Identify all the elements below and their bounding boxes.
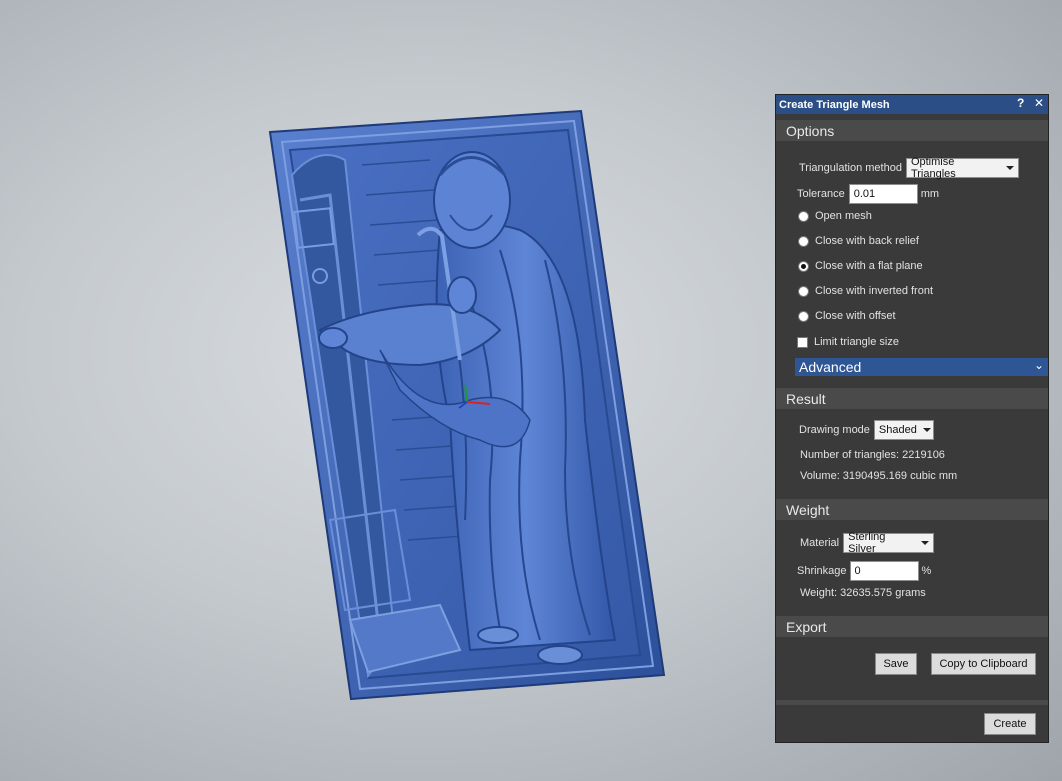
shrinkage-label: Shrinkage xyxy=(797,565,847,577)
radio-button[interactable] xyxy=(798,285,809,297)
radio-label: Close with inverted front xyxy=(815,285,933,297)
drawing-mode-label: Drawing mode xyxy=(799,424,870,436)
limit-triangle-row[interactable]: Limit triangle size xyxy=(797,336,1062,348)
tolerance-row: Tolerance mm xyxy=(797,184,1062,204)
volume-row: Volume: 3190495.169 cubic mm xyxy=(800,470,1062,482)
weight-section: Weight xyxy=(776,493,1048,520)
chevron-down-icon xyxy=(921,541,930,545)
radio-close-offset[interactable]: Close with offset xyxy=(798,310,1062,322)
triangles-text: Number of triangles: 2219106 xyxy=(800,449,945,461)
drawing-mode-value: Shaded xyxy=(878,424,917,436)
drawing-mode-row: Drawing mode Shaded xyxy=(799,420,1062,440)
radio-label: Close with offset xyxy=(815,310,896,322)
result-header[interactable]: Result xyxy=(776,388,1048,409)
radio-open-mesh[interactable]: Open mesh xyxy=(798,210,1062,222)
panel-title: Create Triangle Mesh xyxy=(779,98,890,111)
material-value: Sterling Silver xyxy=(848,531,886,555)
radio-button[interactable] xyxy=(798,310,809,322)
export-section: Export xyxy=(776,610,1048,637)
tolerance-label: Tolerance xyxy=(797,188,845,200)
3d-viewport[interactable] xyxy=(0,0,770,781)
tolerance-input[interactable] xyxy=(848,184,918,204)
radio-close-inverted-front[interactable]: Close with inverted front xyxy=(798,285,1062,297)
create-triangle-mesh-panel: Create Triangle Mesh ? ✕ Options Triangu… xyxy=(775,94,1049,743)
weight-row: Weight: 32635.575 grams xyxy=(800,587,1062,599)
chevron-down-icon: ⌄ xyxy=(1033,358,1044,372)
material-label: Material xyxy=(800,537,840,549)
drawing-mode-select[interactable]: Shaded xyxy=(873,420,934,440)
radio-button-selected[interactable] xyxy=(798,260,809,272)
shrinkage-row: Shrinkage % xyxy=(797,561,1062,581)
result-section: Result xyxy=(776,382,1048,409)
material-select[interactable]: Sterling Silver xyxy=(843,531,935,555)
triangles-count: Number of triangles: 2219106 xyxy=(800,449,1062,461)
radio-label: Close with back relief xyxy=(815,235,919,247)
radio-close-back-relief[interactable]: Close with back relief xyxy=(798,235,1062,247)
help-icon[interactable]: ? xyxy=(1017,96,1024,110)
radio-label: Open mesh xyxy=(815,210,872,222)
shrinkage-input[interactable] xyxy=(849,561,919,581)
save-button[interactable]: Save xyxy=(875,653,917,675)
limit-triangle-checkbox[interactable] xyxy=(797,336,808,348)
chevron-down-icon xyxy=(922,428,931,432)
radio-label: Close with a flat plane xyxy=(815,260,923,272)
export-header[interactable]: Export xyxy=(776,616,1048,637)
limit-triangle-label: Limit triangle size xyxy=(814,336,899,348)
shrinkage-unit: % xyxy=(921,565,932,577)
triangulation-row: Triangulation method Optimise Triangles xyxy=(799,156,1062,180)
chevron-down-icon xyxy=(1005,166,1014,170)
close-icon[interactable]: ✕ xyxy=(1034,96,1044,110)
divider xyxy=(776,700,1048,705)
advanced-expander[interactable]: Advanced ⌄ xyxy=(795,358,1048,376)
material-row: Material Sterling Silver xyxy=(800,531,1062,555)
radio-button[interactable] xyxy=(798,210,809,222)
radio-button[interactable] xyxy=(798,235,809,247)
weight-text: Weight: 32635.575 grams xyxy=(800,587,926,599)
tolerance-unit: mm xyxy=(920,188,940,200)
radio-close-flat-plane[interactable]: Close with a flat plane xyxy=(798,260,1062,272)
create-button[interactable]: Create xyxy=(984,713,1036,735)
options-header[interactable]: Options xyxy=(776,120,1048,141)
triangulation-label: Triangulation method xyxy=(799,162,902,174)
panel-titlebar: Create Triangle Mesh ? ✕ xyxy=(776,95,1048,114)
volume-text: Volume: 3190495.169 cubic mm xyxy=(800,470,958,482)
triangulation-method-select[interactable]: Optimise Triangles xyxy=(905,156,1019,180)
copy-to-clipboard-button[interactable]: Copy to Clipboard xyxy=(931,653,1036,675)
advanced-label: Advanced xyxy=(799,359,862,375)
triangulation-method-value: Optimise Triangles xyxy=(910,156,956,180)
relief-model xyxy=(268,109,666,701)
weight-header[interactable]: Weight xyxy=(776,499,1048,520)
